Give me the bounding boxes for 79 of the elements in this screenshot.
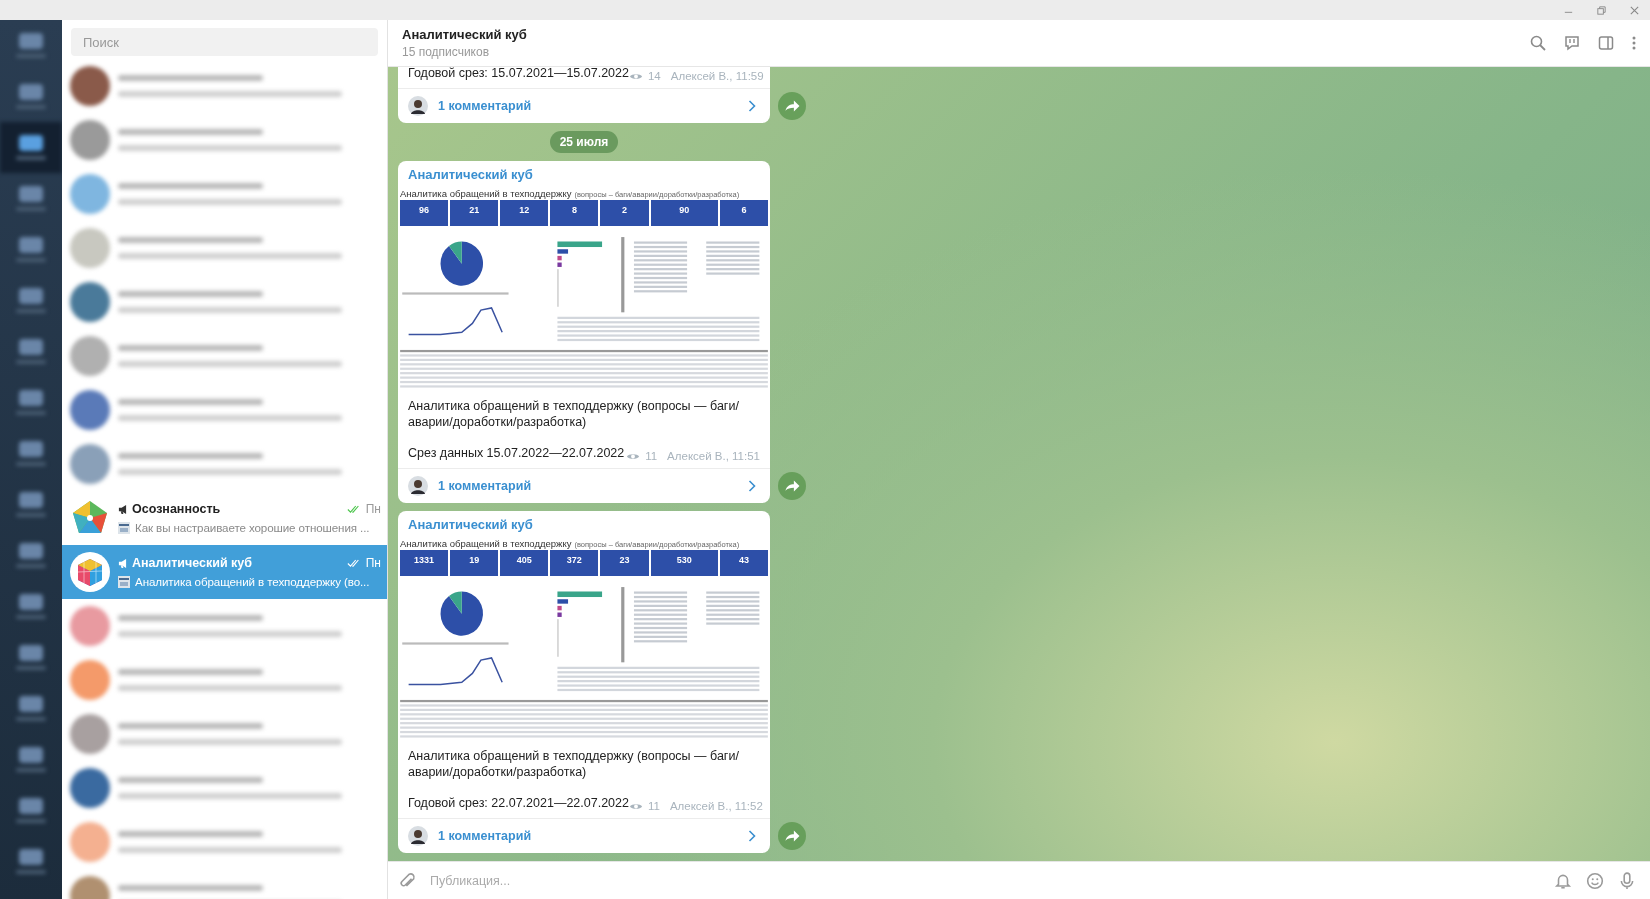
- chat-preview: Как вы настраиваете хорошие отношения ...: [135, 521, 370, 534]
- comments-link[interactable]: 1 комментарий: [398, 818, 770, 853]
- kpi-tile: 1331: [400, 550, 449, 576]
- message-text: Аналитика обращений в техподдержку (вопросы — баги/аварии/доработки/разработка): [408, 398, 740, 430]
- channel-name[interactable]: Аналитический куб: [408, 517, 760, 535]
- cube-avatar-icon: [70, 552, 110, 592]
- axis-line: [557, 269, 559, 307]
- axis-line: [557, 619, 559, 657]
- thumbnail-icon: [118, 521, 130, 534]
- date-badge: 25 июля: [549, 131, 619, 153]
- kpi-tile: 19: [450, 550, 499, 576]
- kpi-tile: 372: [550, 550, 599, 576]
- megaphone-icon: [118, 557, 127, 569]
- kpi-tile: 8: [550, 200, 599, 226]
- double-check-icon: [346, 558, 361, 568]
- kpi-tile: 23: [600, 550, 649, 576]
- search-icon[interactable]: [1530, 35, 1546, 51]
- double-check-icon: [346, 504, 361, 514]
- thumbnail-icon: [118, 575, 130, 588]
- message-text: Годовой срез: 15.07.2021—15.07.2022: [408, 67, 629, 80]
- link-list: [706, 241, 760, 275]
- report-title: Аналитика обращений в техподдержку: [400, 188, 572, 199]
- chat-time: Пн: [365, 556, 381, 570]
- eye-icon: [628, 801, 643, 811]
- kpi-tile: 43: [719, 550, 768, 576]
- eye-icon: [628, 71, 643, 81]
- chat-item[interactable]: Аналитический куб Пн Аналитика обращений в техподдержку (во...: [62, 545, 387, 599]
- message-text: Годовой срез: 22.07.2021—22.07.2022: [408, 796, 629, 810]
- search-field[interactable]: Поиск: [71, 28, 378, 56]
- kpi-tile: 12: [500, 200, 549, 226]
- subscriber-count: 15 подписчиков: [402, 45, 491, 59]
- message-text: Срез данных 15.07.2022—22.07.2022: [408, 446, 625, 460]
- comments-link[interactable]: 1 комментарий: [398, 88, 770, 123]
- link-list: [633, 241, 688, 293]
- chat-name: Осознанность: [132, 502, 222, 516]
- view-count: 14: [647, 70, 661, 82]
- chevron-right-icon: [748, 830, 756, 842]
- eye-icon: [626, 451, 641, 461]
- view-count: 11: [645, 450, 658, 462]
- user-avatar-icon: [408, 96, 428, 116]
- share-button[interactable]: [778, 92, 806, 120]
- message-text: Аналитика обращений в техподдержку (вопросы — баги/аварии/доработки/разработка): [408, 748, 740, 780]
- kpi-tile: 405: [500, 550, 549, 576]
- chat-time: Пн: [365, 502, 381, 516]
- comments-link[interactable]: 1 комментарий: [398, 468, 770, 503]
- report-title: Аналитика обращений в техподдержку: [400, 538, 572, 549]
- close-icon[interactable]: [1629, 4, 1640, 16]
- channel-name[interactable]: Аналитический куб: [408, 167, 760, 185]
- user-avatar-icon: [408, 826, 428, 846]
- menu-icon[interactable]: [1632, 35, 1636, 51]
- kpi-tile: 2: [600, 200, 649, 226]
- chevron-right-icon: [748, 480, 756, 492]
- share-button[interactable]: [778, 472, 806, 500]
- link-list: [633, 591, 688, 643]
- chat-preview: Аналитика обращений в техподдержку (во...: [135, 575, 370, 588]
- link-list: [706, 591, 760, 625]
- view-count: 11: [647, 800, 660, 812]
- comments-icon[interactable]: [1564, 35, 1580, 51]
- share-button[interactable]: [778, 822, 806, 850]
- kpi-tile: 21: [450, 200, 499, 226]
- emoji-icon[interactable]: [1586, 871, 1604, 890]
- attach-icon[interactable]: [398, 871, 416, 890]
- folder-tab[interactable]: [0, 122, 62, 173]
- chat-name: Аналитический куб: [132, 556, 253, 570]
- author-time: Алексей В., 11:52: [669, 800, 763, 812]
- microphone-icon[interactable]: [1618, 871, 1636, 890]
- kpi-tile: 96: [400, 200, 449, 226]
- author-time: Алексей В., 11:59: [670, 70, 764, 82]
- chevron-right-icon: [748, 100, 756, 112]
- kpi-tile: 530: [650, 550, 718, 576]
- chat-item[interactable]: Осознанность Пн Как вы настраиваете хорошие отношения ...: [62, 491, 387, 545]
- sidebar-toggle-icon[interactable]: [1598, 35, 1614, 51]
- kpi-tile: 90: [650, 200, 718, 226]
- channel-title: Аналитический куб: [402, 27, 527, 42]
- user-avatar-icon: [408, 476, 428, 496]
- megaphone-icon: [118, 503, 127, 515]
- author-time: Алексей В., 11:51: [667, 450, 760, 462]
- kpi-tile: 6: [719, 200, 768, 226]
- restore-icon[interactable]: [1596, 4, 1607, 16]
